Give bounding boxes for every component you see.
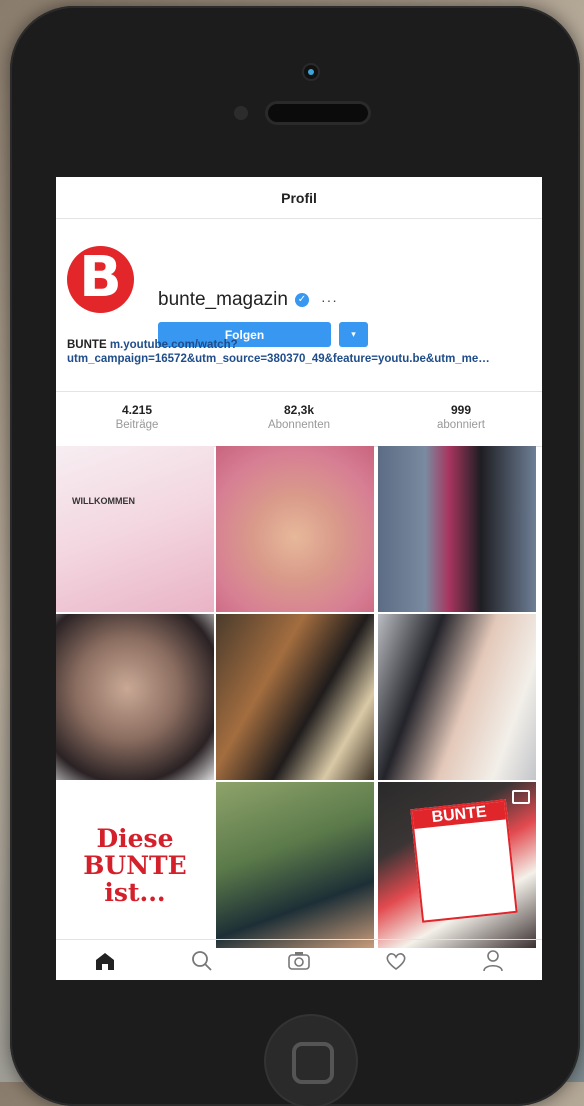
profile-bio: BUNTE m.youtube.com/watch?utm_campaign=1… — [67, 338, 537, 366]
stat-value: 82,3k — [283, 403, 315, 417]
tab-camera[interactable] — [250, 940, 347, 980]
post-thumbnail[interactable]: BUNTE — [378, 782, 536, 948]
bottom-tab-bar — [56, 939, 542, 980]
page-title: Profil — [281, 189, 317, 206]
bio-link[interactable]: m.youtube.com/watch?utm_campaign=16572&u… — [67, 339, 490, 365]
heart-icon — [386, 952, 406, 970]
post-thumbnail[interactable] — [216, 614, 374, 780]
profile-icon — [483, 949, 504, 971]
post-thumbnail[interactable] — [378, 614, 536, 780]
post-thumbnail[interactable]: Diese BUNTE ist... — [56, 782, 214, 948]
post-thumbnail[interactable] — [216, 782, 374, 948]
post-thumbnail[interactable] — [378, 446, 536, 612]
profile-header: B bunte_magazin ✓ ··· Folgen ▾ — [56, 219, 542, 347]
username-row: bunte_magazin ✓ ··· — [158, 289, 338, 311]
post-text-line: BUNTE — [83, 850, 187, 880]
tab-activity[interactable] — [348, 940, 445, 980]
stat-posts[interactable]: 4.215 Beiträge — [56, 392, 218, 446]
tab-profile[interactable] — [445, 940, 542, 980]
post-thumbnail[interactable] — [56, 614, 214, 780]
home-button[interactable] — [266, 1016, 356, 1106]
stat-label: abonniert — [437, 419, 485, 431]
video-camera-icon — [512, 790, 530, 804]
avatar-letter: B — [79, 244, 122, 310]
profile-stats: 4.215 Beiträge 82,3k Abonnenten 999 abon… — [56, 391, 542, 447]
earpiece-speaker — [268, 104, 368, 122]
instagram-screen: Profil B bunte_magazin ✓ ··· Folgen ▾ BU… — [56, 177, 542, 980]
post-grid: WILLKOMMEN Diese BUNTE ist... BUNTE — [56, 446, 542, 948]
more-options-button[interactable]: ··· — [321, 292, 338, 308]
post-text-line: Diese — [96, 823, 174, 853]
post-thumbnail[interactable]: WILLKOMMEN — [56, 446, 214, 612]
stat-followers[interactable]: 82,3k Abonnenten — [218, 392, 380, 446]
search-icon — [191, 950, 212, 971]
post-overlay-text: WILLKOMMEN — [72, 496, 135, 506]
magazine-title: BUNTE — [412, 801, 506, 830]
proximity-sensor — [234, 106, 248, 120]
stat-label: Abonnenten — [267, 419, 331, 431]
tab-home[interactable] — [56, 940, 153, 980]
post-text-line: ist... — [104, 877, 166, 907]
username: bunte_magazin — [158, 289, 288, 310]
stat-value: 4.215 — [121, 403, 153, 417]
stat-value: 999 — [450, 403, 472, 417]
stat-following[interactable]: 999 abonniert — [380, 392, 542, 446]
post-thumbnail[interactable] — [216, 446, 374, 612]
stat-label: Beiträge — [115, 419, 159, 431]
top-bar: Profil — [56, 177, 542, 219]
magazine-cover: BUNTE — [410, 799, 518, 923]
tab-search[interactable] — [153, 940, 250, 980]
front-camera — [304, 65, 318, 79]
home-icon — [95, 952, 114, 970]
bio-name: BUNTE — [67, 339, 107, 351]
profile-avatar[interactable]: B — [67, 246, 134, 313]
camera-icon — [288, 951, 310, 970]
verified-badge-icon: ✓ — [294, 293, 309, 307]
